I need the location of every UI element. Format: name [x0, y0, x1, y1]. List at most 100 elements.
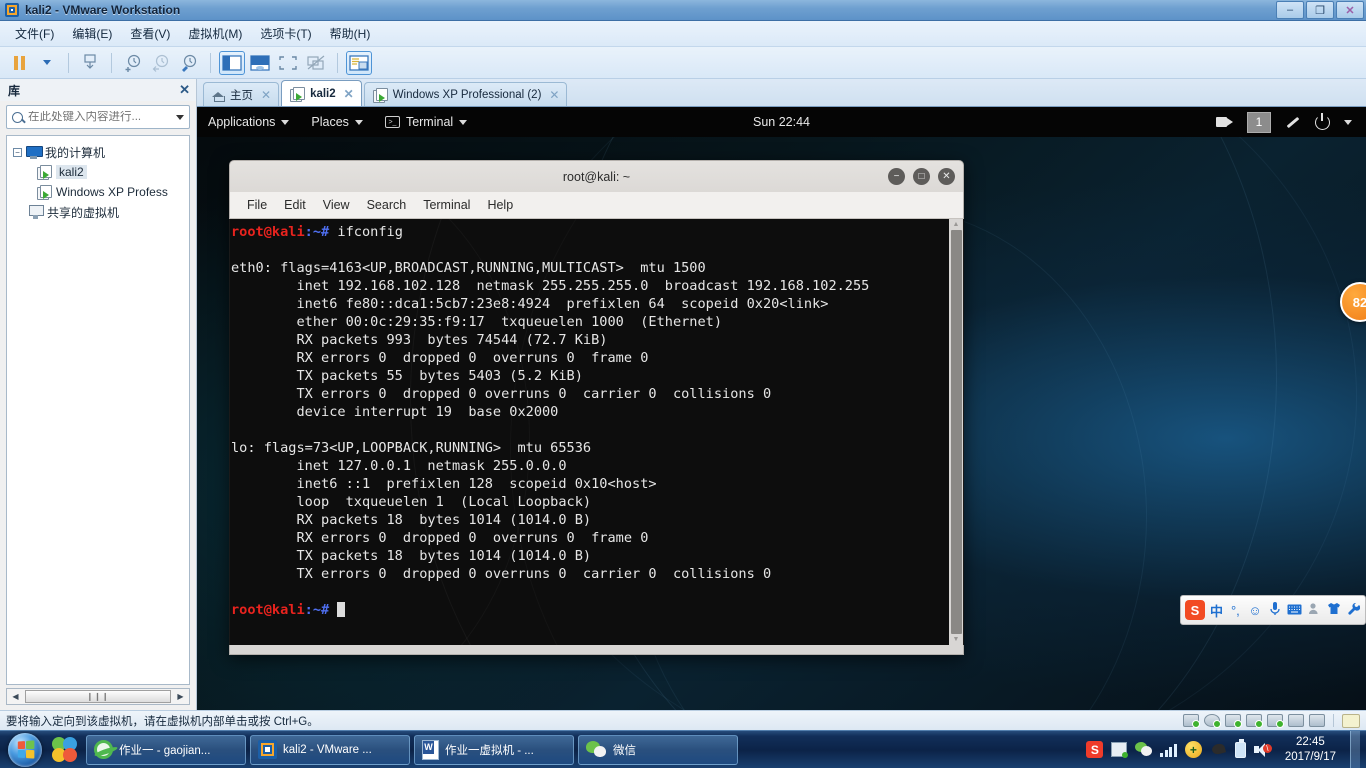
minimize-button[interactable]: –	[1276, 1, 1304, 19]
taskbar-button-word[interactable]: 作业一虚拟机 - ...	[414, 734, 574, 765]
signal-icon[interactable]	[1160, 743, 1177, 757]
terminal-menu-terminal[interactable]: Terminal	[416, 196, 477, 214]
tab-close-icon[interactable]: ✕	[344, 87, 354, 101]
tree-item-kali2[interactable]: kali2	[11, 162, 185, 182]
battery-icon[interactable]	[1234, 738, 1246, 758]
network-adapter-icon[interactable]	[1225, 714, 1242, 728]
terminal-close-button[interactable]: ✕	[938, 168, 955, 185]
power-icon[interactable]	[1315, 112, 1330, 130]
hard-disk-icon[interactable]	[1183, 714, 1200, 728]
send-ctrl-alt-del-button[interactable]	[77, 51, 103, 75]
update-icon[interactable]: +	[1184, 741, 1202, 758]
terminal-menu-edit[interactable]: Edit	[277, 196, 313, 214]
terminal-menu-file[interactable]: File	[240, 196, 274, 214]
soft-keyboard-icon[interactable]	[1287, 603, 1302, 618]
terminal-titlebar[interactable]: root@kali: ~ − □ ✕	[229, 160, 964, 192]
tab-label: Windows XP Professional (2)	[392, 88, 542, 101]
pause-button[interactable]	[6, 51, 32, 75]
menu-help[interactable]: 帮助(H)	[321, 22, 380, 45]
tab-kali2[interactable]: kali2 ✕	[281, 80, 362, 106]
terminal-minimize-button[interactable]: −	[888, 168, 905, 185]
library-title: 库	[8, 83, 21, 98]
start-button[interactable]	[2, 732, 48, 768]
dish-icon[interactable]	[1210, 742, 1227, 758]
thumbnail-bar-icon	[250, 54, 270, 71]
voice-input-icon[interactable]	[1267, 601, 1282, 619]
sogou-tray-icon[interactable]: S	[1086, 741, 1104, 758]
applications-menu[interactable]: Applications	[197, 107, 300, 137]
camera-icon[interactable]	[1288, 714, 1304, 727]
snapshot-manager-button[interactable]	[176, 51, 202, 75]
sound-card-icon[interactable]	[1267, 714, 1284, 728]
tree-item-my-computer[interactable]: − 我的计算机	[11, 142, 185, 162]
library-horizontal-scrollbar[interactable]: ◀ ❙❙❙ ▶	[6, 688, 190, 705]
chevron-down-icon[interactable]	[1344, 119, 1352, 125]
restore-button[interactable]: ❐	[1306, 1, 1334, 19]
taskbar-clock[interactable]: 22:45 2017/9/17	[1279, 735, 1342, 765]
show-library-button[interactable]	[219, 50, 245, 75]
tab-close-icon[interactable]: ✕	[261, 88, 271, 102]
volume-muted-icon[interactable]: \	[1253, 742, 1272, 757]
terminal-body[interactable]: root@kali:~# ifconfig eth0: flags=4163<U…	[229, 219, 964, 645]
terminal-menu[interactable]: >_ Terminal	[374, 107, 478, 137]
menu-view[interactable]: 查看(V)	[121, 22, 179, 45]
show-thumbnail-bar-button[interactable]	[247, 51, 273, 75]
vmware-tray-icon[interactable]	[1111, 742, 1129, 758]
close-icon[interactable]: ✕	[179, 82, 190, 98]
tree-item-windows-xp[interactable]: Windows XP Profess	[11, 182, 185, 202]
tree-item-shared-vms[interactable]: 共享的虚拟机	[11, 202, 185, 222]
library-tree: − 我的计算机 kali2 Windows XP Profess 共享的虚拟机	[6, 135, 190, 685]
console-view-button[interactable]	[346, 50, 372, 75]
taskbar-button-wechat[interactable]: 微信	[578, 734, 738, 765]
taskbar-button-ie[interactable]: 作业一 - gaojian...	[86, 734, 246, 765]
scroll-left-icon[interactable]: ◀	[8, 692, 23, 701]
wechat-icon	[586, 740, 607, 759]
sogou-ime-bar[interactable]: S 中 °, ☺	[1180, 595, 1366, 625]
show-desktop-button[interactable]	[1350, 730, 1360, 768]
emoji-icon[interactable]: ☺	[1248, 603, 1263, 618]
workspace-indicator[interactable]: 1	[1247, 111, 1271, 133]
wechat-tray-icon[interactable]	[1135, 742, 1153, 757]
user-icon[interactable]	[1307, 602, 1322, 618]
snapshot-take-button[interactable]	[120, 51, 146, 75]
toolbox-icon[interactable]	[1346, 602, 1361, 619]
scroll-right-icon[interactable]: ▶	[173, 692, 188, 701]
terminal-menu-help[interactable]: Help	[480, 196, 520, 214]
clock-date: 2017/9/17	[1284, 750, 1336, 763]
sogou-logo-icon[interactable]: S	[1185, 600, 1205, 620]
tab-close-icon[interactable]: ✕	[549, 88, 559, 102]
snapshot-revert-button[interactable]	[148, 51, 174, 75]
terminal-menu-view[interactable]: View	[316, 196, 357, 214]
taskbar-button-vmware[interactable]: kali2 - VMware ...	[250, 734, 410, 765]
quick-launch-sogou[interactable]	[48, 736, 82, 763]
skin-icon[interactable]	[1327, 602, 1342, 618]
terminal-maximize-button[interactable]: □	[913, 168, 930, 185]
library-search[interactable]	[6, 105, 190, 129]
cd-dvd-icon[interactable]	[1204, 714, 1221, 728]
start-orb-icon	[8, 732, 42, 767]
menu-file[interactable]: 文件(F)	[6, 22, 63, 45]
tab-home[interactable]: 主页 ✕	[203, 82, 280, 106]
places-menu[interactable]: Places	[300, 107, 374, 137]
expander-icon[interactable]: −	[13, 147, 22, 157]
notes-icon[interactable]	[1342, 713, 1360, 728]
tab-windows-xp[interactable]: Windows XP Professional (2) ✕	[363, 82, 568, 106]
pen-icon[interactable]	[1285, 114, 1301, 130]
menu-edit[interactable]: 编辑(E)	[63, 22, 121, 45]
search-input[interactable]	[28, 111, 171, 123]
unity-mode-button[interactable]	[303, 51, 329, 75]
menu-vm[interactable]: 虚拟机(M)	[179, 22, 251, 45]
menu-tabs[interactable]: 选项卡(T)	[251, 22, 320, 45]
terminal-menu-search[interactable]: Search	[360, 196, 414, 214]
ime-mode-toggle[interactable]: 中	[1210, 601, 1223, 620]
close-button[interactable]: ✕	[1336, 1, 1364, 19]
pause-dropdown-button[interactable]	[34, 51, 60, 75]
full-screen-button[interactable]	[275, 51, 301, 75]
computer-icon	[26, 145, 43, 159]
camera-icon[interactable]	[1216, 116, 1233, 128]
usb-icon[interactable]	[1309, 714, 1325, 727]
printer-icon[interactable]	[1246, 714, 1263, 728]
chevron-down-icon[interactable]	[176, 114, 184, 120]
pinyin-tone-icon[interactable]: °,	[1228, 603, 1243, 618]
scrollbar-thumb[interactable]: ❙❙❙	[25, 690, 171, 703]
